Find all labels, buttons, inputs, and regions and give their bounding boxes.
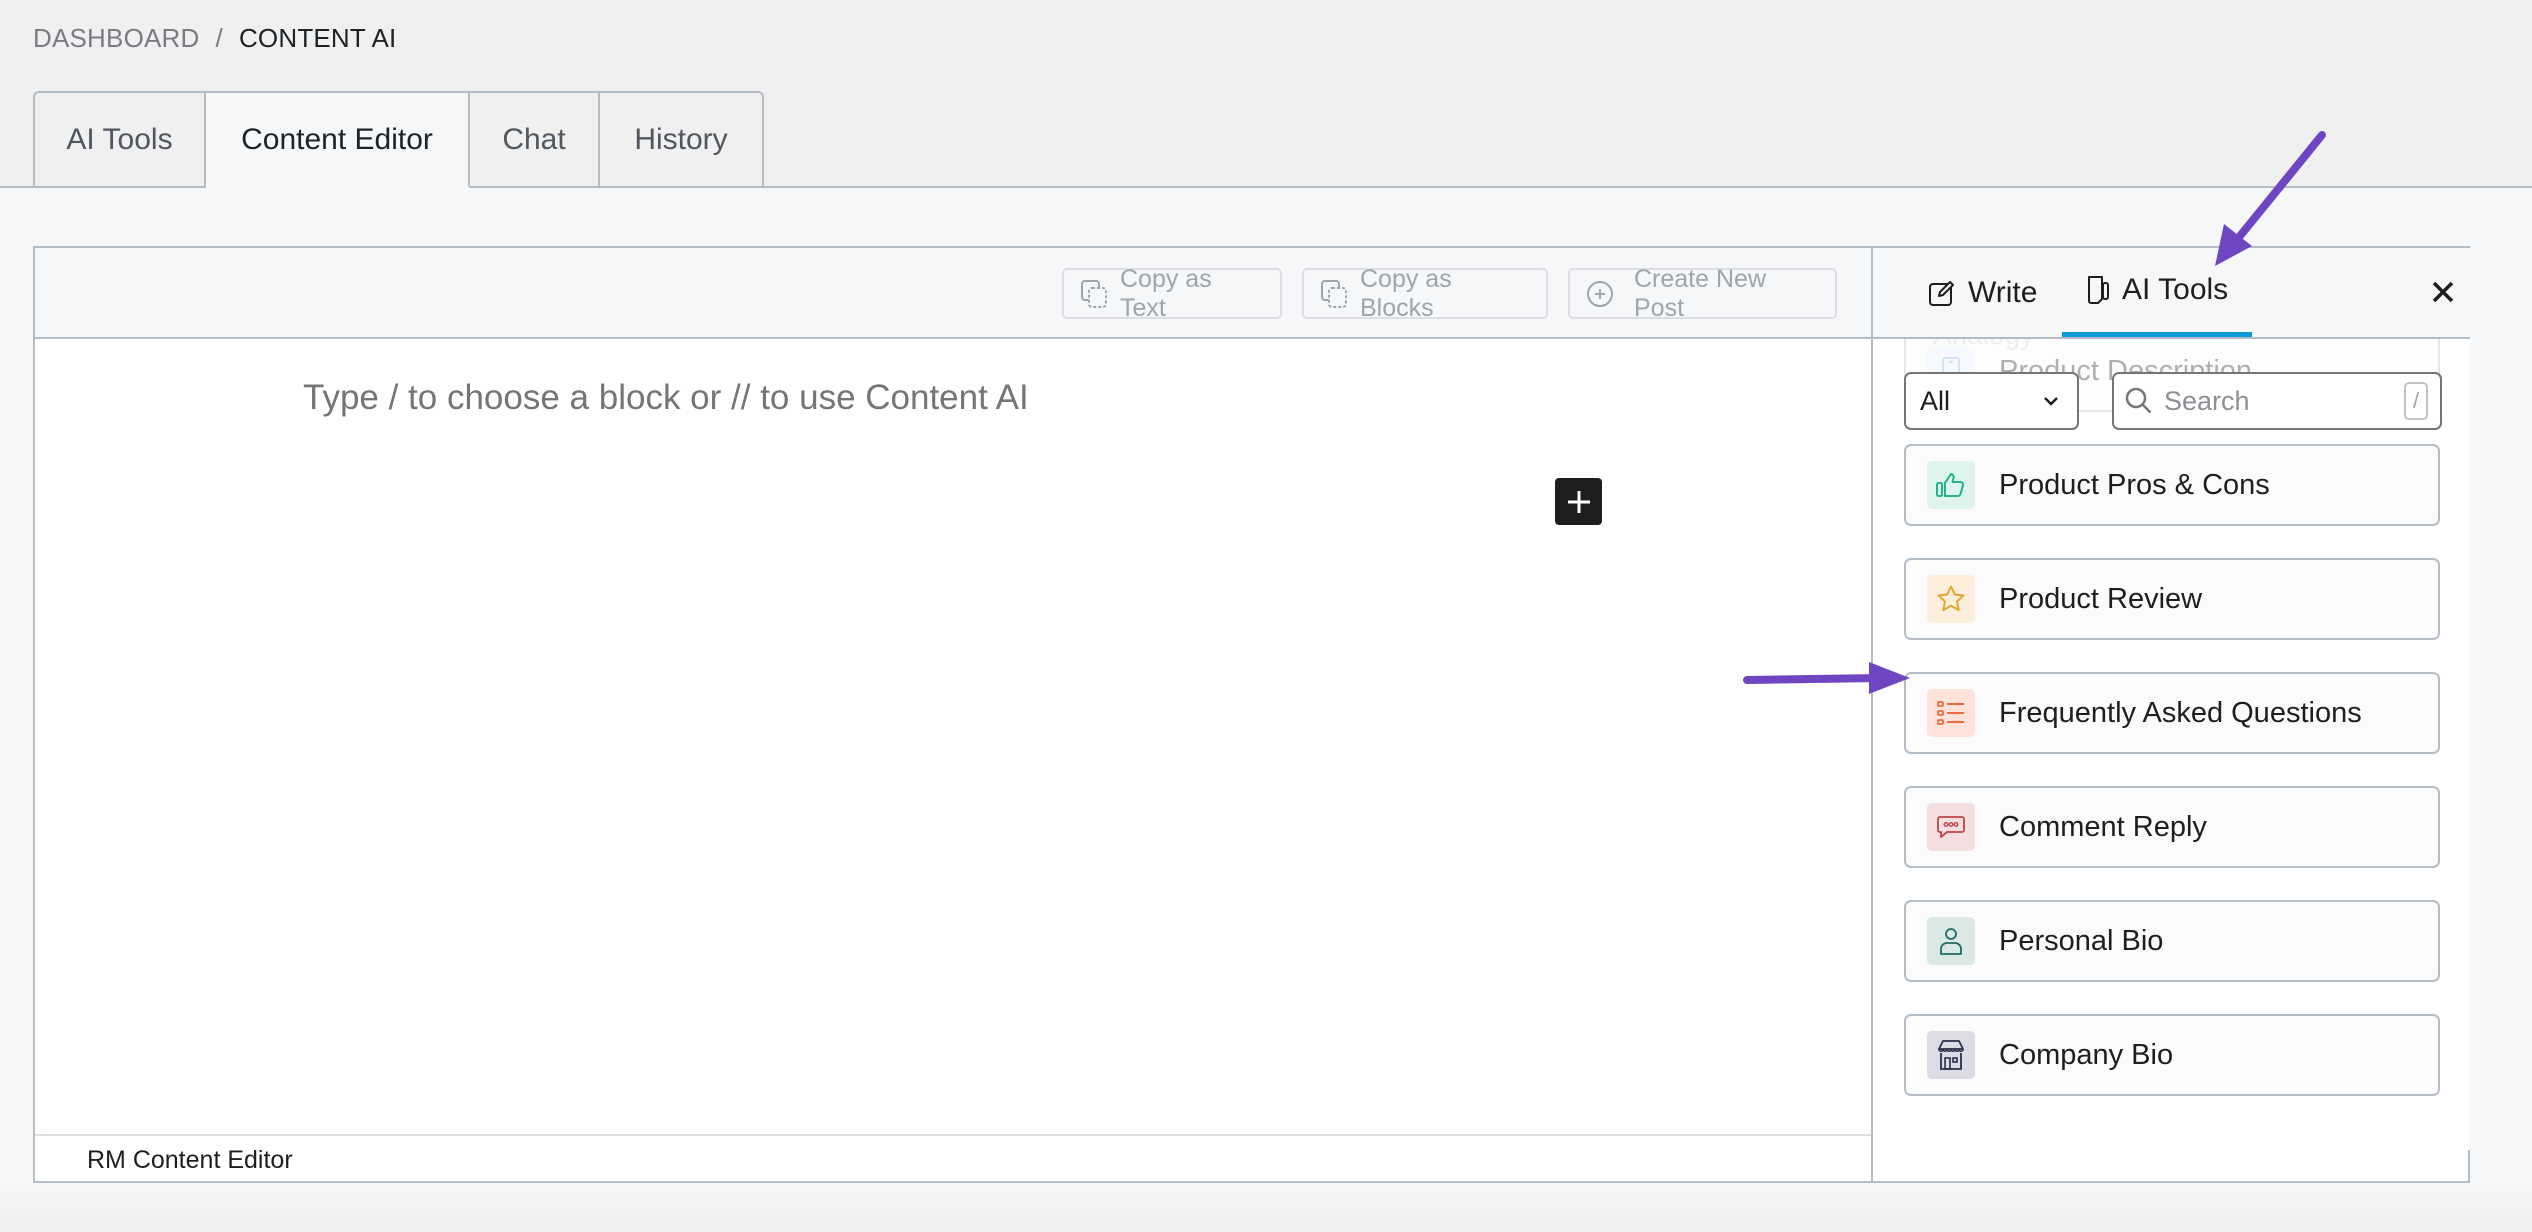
tool-card-product-pros-cons[interactable]: Product Pros & Cons	[1904, 444, 2440, 526]
search-icon	[2125, 387, 2152, 414]
add-block-button[interactable]	[1555, 478, 1602, 525]
panel-tab-ai-tools[interactable]: AI Tools	[2062, 248, 2252, 337]
editor-placeholder[interactable]: Type / to choose a block or // to use Co…	[303, 378, 1029, 418]
tool-card-company-bio[interactable]: Company Bio	[1904, 1014, 2440, 1096]
editor-toolbar: Copy as Text Copy as Blocks Create New P…	[35, 248, 1871, 339]
list-icon	[1927, 689, 1975, 737]
copy-as-blocks-button[interactable]: Copy as Blocks	[1302, 265, 1548, 322]
editor-footer: RM Content Editor	[35, 1134, 1871, 1181]
panel-tab-label: Write	[1968, 275, 2038, 309]
thumbs-up-icon	[1927, 461, 1975, 509]
editor-area: Copy as Text Copy as Blocks Create New P…	[35, 248, 1871, 1181]
comment-icon	[1927, 803, 1975, 851]
plus-circle-icon	[1587, 280, 1613, 307]
close-panel-button[interactable]	[2425, 274, 2461, 310]
tool-card-label: Frequently Asked Questions	[1999, 696, 2362, 729]
tool-card-product-review[interactable]: Product Review	[1904, 558, 2440, 640]
tab-label: History	[634, 122, 728, 156]
chevron-down-icon	[2044, 397, 2058, 406]
tools-icon	[2088, 276, 2109, 304]
copy-icon	[1081, 279, 1107, 308]
copy-icon	[1321, 279, 1347, 308]
tool-card-label: Comment Reply	[1999, 810, 2207, 843]
page-bottom	[0, 1184, 2532, 1232]
tool-card-label: Product Pros & Cons	[1999, 468, 2270, 501]
main-tabs: AI Tools Content Editor Chat History	[33, 91, 764, 188]
copy-as-blocks-label: Copy as Blocks	[1360, 264, 1452, 322]
plus-icon	[1567, 490, 1590, 513]
tab-label: Content Editor	[241, 122, 433, 156]
close-icon	[2432, 281, 2454, 303]
tool-card-label: Company Bio	[1999, 1038, 2174, 1071]
tool-card-personal-bio[interactable]: Personal Bio	[1904, 900, 2440, 982]
tab-ai-tools[interactable]: AI Tools	[33, 91, 206, 188]
panel-tab-label: AI Tools	[2122, 273, 2229, 306]
panel-tab-write[interactable]: Write	[1928, 248, 2037, 337]
copy-as-text-label: Copy as Text	[1120, 264, 1212, 322]
copy-as-text-button[interactable]: Copy as Text	[1062, 265, 1282, 322]
tool-search: /	[2112, 372, 2442, 430]
breadcrumb-dashboard-link[interactable]: DASHBOARD	[33, 23, 200, 54]
tab-label: AI Tools	[66, 122, 173, 156]
create-new-post-label: Create New Post	[1634, 264, 1766, 322]
tab-history[interactable]: History	[600, 91, 764, 188]
tool-card-label: Personal Bio	[1999, 924, 2164, 957]
create-new-post-button[interactable]: Create New Post	[1568, 265, 1837, 322]
store-icon	[1927, 1031, 1975, 1079]
tool-card-comment-reply[interactable]: Comment Reply	[1904, 786, 2440, 868]
shortcut-key-hint: /	[2404, 382, 2428, 420]
person-icon	[1927, 917, 1975, 965]
breadcrumb-current: CONTENT AI	[238, 22, 397, 53]
category-filter-select[interactable]: All	[1904, 372, 2079, 430]
search-input[interactable]	[2162, 384, 2396, 418]
editor-footer-label: RM Content Editor	[87, 1146, 293, 1174]
edit-icon	[1929, 280, 1954, 306]
panel-body: Analogy All / Product DescriptionProduct…	[1873, 339, 2470, 1150]
tool-card-label: Product Review	[1999, 582, 2203, 615]
breadcrumb: DASHBOARD / CONTENT AI	[33, 20, 396, 56]
star-icon	[1927, 575, 1975, 623]
tool-card-frequently-asked-questions[interactable]: Frequently Asked Questions	[1904, 672, 2440, 754]
content-editor-container: Copy as Text Copy as Blocks Create New P…	[33, 246, 2470, 1183]
tab-content-editor[interactable]: Content Editor	[206, 91, 470, 188]
breadcrumb-separator: /	[215, 22, 223, 53]
ai-sidebar-panel: Write AI Tools Analogy All / Product Des…	[1871, 248, 2470, 1181]
tab-label: Chat	[502, 122, 566, 156]
filter-selected-value: All	[1920, 385, 1951, 416]
tab-chat[interactable]: Chat	[470, 91, 600, 188]
panel-header: Write AI Tools	[1873, 248, 2470, 339]
